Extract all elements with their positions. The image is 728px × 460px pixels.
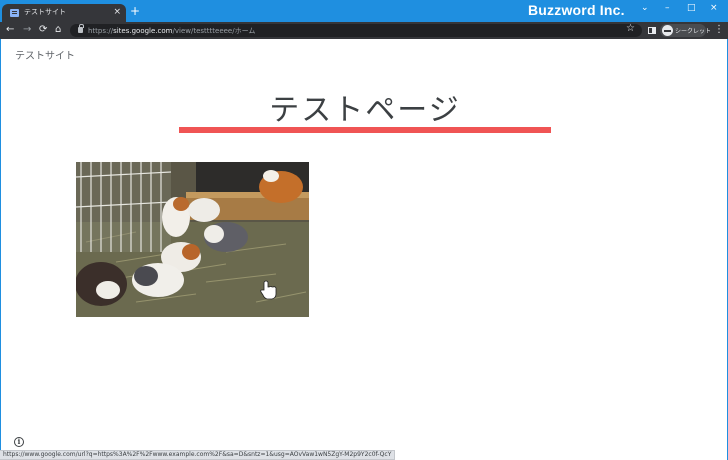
url-text[interactable]: https://sites.google.com/view/testttteee…: [88, 26, 255, 36]
reload-icon[interactable]: ⟳: [39, 24, 47, 36]
minimize-button[interactable]: –: [665, 3, 670, 13]
tab-search-dropdown-icon[interactable]: ⌄: [641, 3, 649, 13]
tab-title: テストサイト: [24, 8, 66, 16]
close-window-button[interactable]: ×: [710, 3, 718, 13]
browser-title-bar: テストサイト × + Buzzword Inc. ⌄ – □ ×: [0, 0, 728, 22]
incognito-icon: [662, 25, 673, 36]
tab-close-icon[interactable]: ×: [113, 6, 121, 18]
lock-icon[interactable]: [78, 24, 84, 33]
url-path: /view/testttteeee/ホーム: [172, 27, 256, 35]
title-underline: [179, 127, 551, 133]
bookmark-star-icon[interactable]: ☆: [626, 23, 635, 34]
forward-icon[interactable]: →: [23, 24, 31, 36]
address-bar[interactable]: https://sites.google.com/view/testttteee…: [70, 24, 642, 37]
url-prefix: https://: [88, 27, 114, 35]
site-name-link[interactable]: テストサイト: [15, 47, 75, 62]
url-host: sites.google.com: [113, 27, 173, 35]
link-status-bar: https://www.google.com/url?q=https%3A%2F…: [0, 450, 396, 460]
back-icon[interactable]: ←: [6, 24, 14, 36]
browser-tab[interactable]: テストサイト ×: [2, 4, 126, 22]
brand-watermark: Buzzword Inc.: [528, 2, 625, 18]
side-panel-icon[interactable]: [648, 27, 656, 34]
info-icon[interactable]: i: [14, 437, 24, 447]
home-icon[interactable]: ⌂: [55, 24, 61, 36]
browser-toolbar: ← → ⟳ ⌂ https://sites.google.com/view/te…: [0, 22, 728, 39]
incognito-badge[interactable]: シークレット: [660, 24, 711, 37]
maximize-button[interactable]: □: [687, 3, 696, 13]
guinea-pig-photo-link[interactable]: [76, 162, 309, 317]
guinea-pig-photo: [76, 162, 309, 317]
browser-menu-icon[interactable]: ⋮: [714, 24, 724, 36]
new-tab-button[interactable]: +: [130, 5, 140, 17]
page-title: テストページ: [269, 93, 461, 128]
incognito-label: シークレット: [675, 28, 712, 35]
page-content: テストサイト テストページ i: [0, 39, 728, 460]
site-favicon-icon: [10, 9, 19, 17]
